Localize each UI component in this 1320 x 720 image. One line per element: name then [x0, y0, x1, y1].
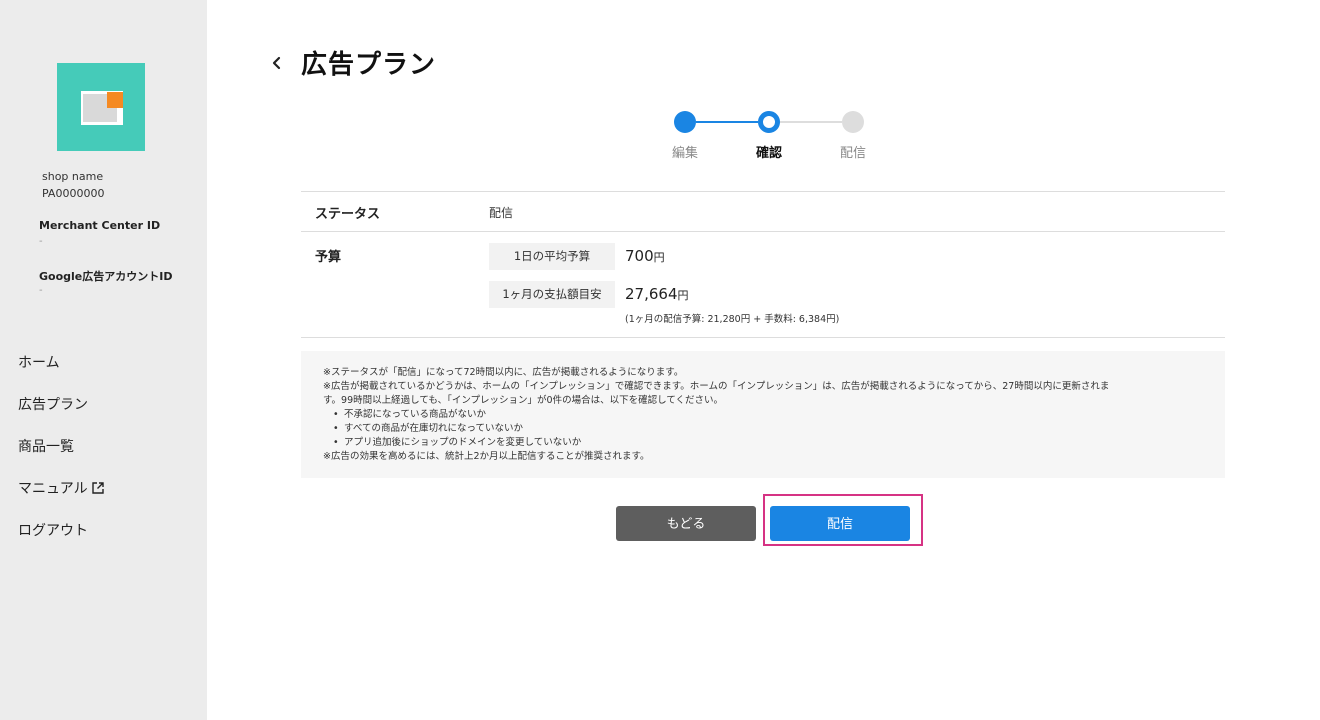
shop-id: PA0000000: [42, 187, 105, 200]
notice-line: す。99時間以上経過しても、「インプレッション」が0件の場合は、以下を確認してく…: [323, 395, 724, 406]
nav-item-logout[interactable]: ログアウト: [18, 520, 88, 540]
nav-item-manual-label: マニュアル: [18, 481, 88, 497]
monthly-budget-label: 1ヶ月の支払額目安: [489, 281, 615, 308]
deliver-button[interactable]: 配信: [770, 506, 910, 541]
google-ads-label: Google広告アカウントID: [39, 270, 173, 283]
step-connector-todo: [780, 121, 842, 123]
shop-name: shop name: [42, 170, 104, 183]
step-label-deliver: 配信: [839, 146, 866, 161]
step-dot-deliver: [842, 111, 864, 133]
divider: [301, 191, 1225, 192]
step-label-confirm: 確認: [755, 146, 782, 161]
status-label: ステータス: [315, 207, 381, 222]
merchant-center-label: Merchant Center ID: [39, 219, 161, 232]
notice-bullet: アプリ追加後にショップのドメインを変更していないか: [323, 436, 1203, 450]
notice-line: ※ステータスが「配信」になって72時間以内に、広告が掲載されるようになります。: [323, 367, 684, 378]
external-link-icon: [91, 482, 104, 498]
nav-item-products[interactable]: 商品一覧: [18, 436, 74, 456]
budget-label: 予算: [315, 250, 342, 265]
notice-line: ※広告の効果を高めるには、統計上2か月以上配信することが推奨されます。: [323, 451, 650, 462]
sidebar: shop name PA0000000 Merchant Center ID -…: [0, 0, 207, 720]
step-label-edit: 編集: [671, 146, 698, 161]
nav-item-manual[interactable]: マニュアル: [18, 478, 104, 498]
daily-budget-value: 700円: [625, 247, 665, 265]
monthly-budget-value: 27,664円: [625, 285, 689, 303]
nav-item-home[interactable]: ホーム: [18, 352, 60, 372]
notice-line: ※広告が掲載されているかどうかは、ホームの「インプレッション」で確認できます。ホ…: [323, 381, 1110, 392]
notice-bullet: 不承認になっている商品がないか: [323, 408, 1203, 422]
step-dot-confirm: [758, 111, 780, 133]
shop-logo: [57, 63, 145, 151]
status-value: 配信: [489, 206, 514, 220]
step-dot-edit: [674, 111, 696, 133]
step-connector-done: [696, 121, 758, 123]
page-title: 広告プラン: [301, 50, 437, 80]
nav-item-ad-plan[interactable]: 広告プラン: [18, 394, 88, 414]
daily-budget-label: 1日の平均予算: [489, 243, 615, 270]
back-chevron-icon[interactable]: [268, 54, 286, 72]
back-button[interactable]: もどる: [616, 506, 756, 541]
divider: [301, 337, 1225, 338]
notice-bullet: すべての商品が在庫切れになっていないか: [323, 422, 1203, 436]
merchant-center-value: -: [39, 236, 43, 247]
notice-box: ※ステータスが「配信」になって72時間以内に、広告が掲載されるようになります。 …: [301, 351, 1225, 478]
google-ads-value: -: [39, 285, 43, 296]
divider: [301, 231, 1225, 232]
budget-breakdown-note: (1ヶ月の配信予算: 21,280円 + 手数料: 6,384円): [625, 314, 840, 325]
